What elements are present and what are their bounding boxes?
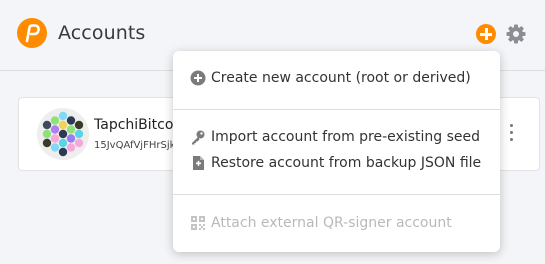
- import-seed-label: Import account from pre-existing seed: [211, 129, 481, 145]
- create-account-menu-item[interactable]: Create new account (root or derived): [190, 70, 471, 86]
- restore-json-menu-item[interactable]: Restore account from backup JSON file: [190, 155, 481, 171]
- key-icon: [192, 130, 205, 145]
- plus-circle-icon: [190, 70, 206, 86]
- create-account-label: Create new account (root or derived): [211, 70, 471, 86]
- menu-divider: [173, 109, 500, 110]
- account-address[interactable]: 15JvQAfVjFHrSjk7: [94, 140, 174, 151]
- import-seed-menu-item[interactable]: Import account from pre-existing seed: [190, 129, 480, 145]
- polkadot-logo-icon: [17, 18, 47, 48]
- polkadot-identicon-icon: [37, 108, 89, 160]
- file-upload-icon: [193, 156, 204, 170]
- kebab-menu-icon[interactable]: [509, 124, 515, 146]
- qr-code-icon: [191, 216, 205, 230]
- account-name: TapchiBitcoin: [94, 117, 174, 133]
- restore-json-label: Restore account from backup JSON file: [211, 155, 482, 171]
- gear-icon[interactable]: [505, 23, 527, 45]
- add-account-button[interactable]: [476, 24, 496, 44]
- menu-divider: [173, 194, 500, 195]
- attach-qr-menu-item[interactable]: Attach external QR-signer account: [190, 215, 452, 231]
- add-account-menu: Create new account (root or derived) Imp…: [173, 51, 500, 252]
- page-title: Accounts: [58, 22, 146, 44]
- attach-qr-label: Attach external QR-signer account: [211, 215, 452, 231]
